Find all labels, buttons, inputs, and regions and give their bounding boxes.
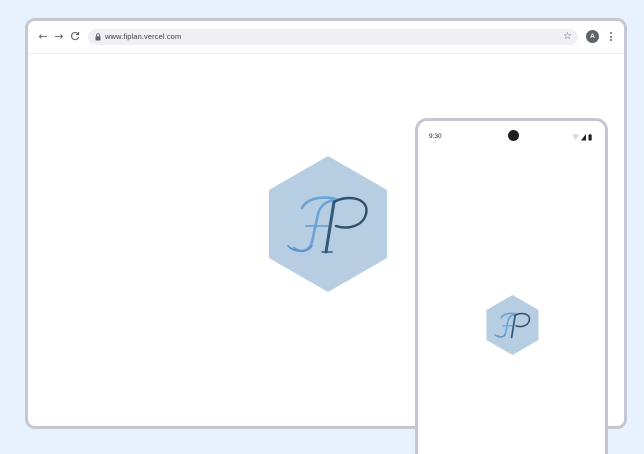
- bookmark-star-icon[interactable]: ☆: [563, 30, 572, 44]
- reload-icon[interactable]: [68, 29, 82, 43]
- profile-avatar[interactable]: A: [586, 30, 599, 43]
- back-arrow-icon[interactable]: ←: [36, 29, 50, 43]
- fp-logo-hexagon-small: [486, 295, 539, 355]
- battery-icon: [588, 134, 592, 141]
- showcase-background: ← → www.fiplan.vercel.com ☆ A 9:30: [0, 0, 644, 454]
- forward-arrow-icon[interactable]: →: [52, 29, 66, 43]
- url-text: www.fiplan.vercel.com: [105, 32, 182, 41]
- fp-logo-hexagon: [269, 156, 387, 292]
- status-bar-time: 9:30: [429, 133, 442, 140]
- address-bar[interactable]: www.fiplan.vercel.com ☆: [88, 29, 578, 45]
- lock-icon: [95, 33, 101, 41]
- browser-toolbar: ← → www.fiplan.vercel.com ☆ A: [28, 21, 624, 54]
- mobile-phone-frame: 9:30: [415, 118, 608, 454]
- kebab-menu-icon[interactable]: [608, 30, 614, 43]
- status-bar-icons: [572, 133, 592, 141]
- wifi-icon: [572, 133, 579, 140]
- signal-icon: [581, 134, 586, 141]
- front-camera-icon: [508, 130, 519, 141]
